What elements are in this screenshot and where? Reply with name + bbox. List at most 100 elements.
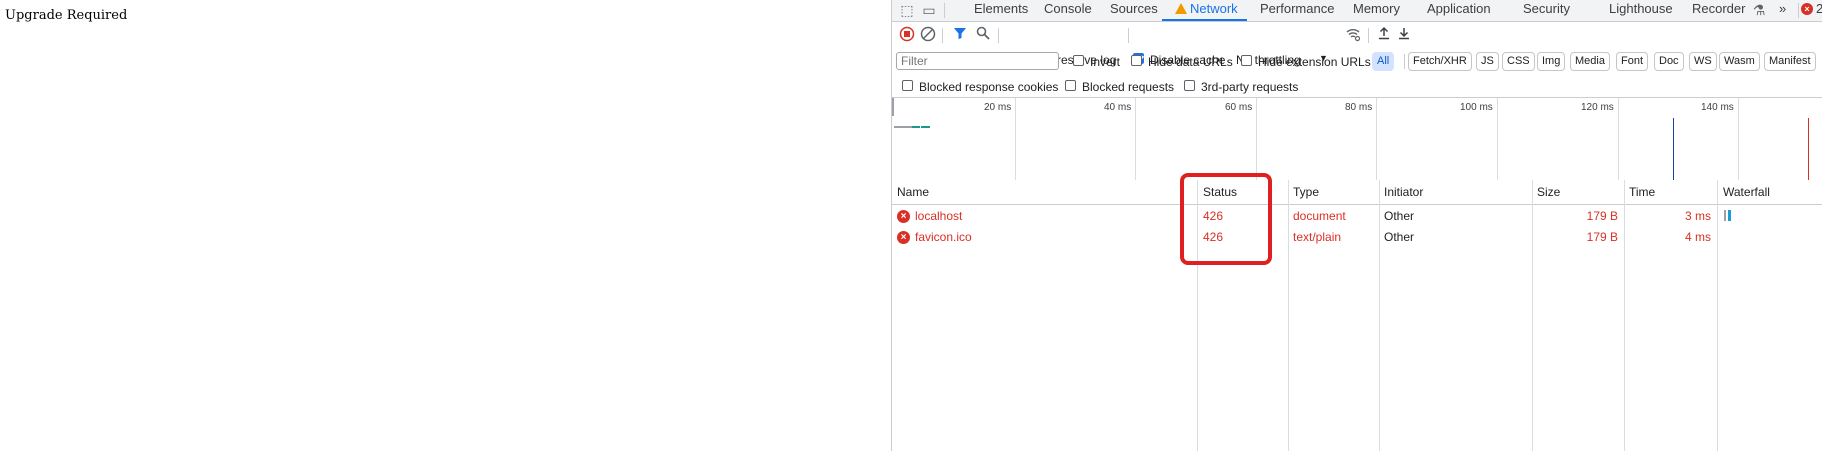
third-party-label: 3rd-party requests <box>1201 80 1299 94</box>
column-name[interactable]: Name <box>897 185 929 199</box>
tab-divider <box>1798 3 1799 18</box>
filter-chip-all[interactable]: All <box>1372 52 1395 71</box>
waterfall-bar[interactable] <box>1724 210 1726 221</box>
page-body-text: Upgrade Required <box>5 8 128 23</box>
download-icon <box>1399 28 1409 40</box>
hide-data-urls-checkbox[interactable] <box>1131 55 1142 66</box>
tab-memory[interactable]: Memory <box>1353 0 1400 21</box>
hide-extension-urls-checkbox[interactable] <box>1241 55 1252 66</box>
overview-grid-line <box>1015 98 1016 180</box>
tab-recorder[interactable]: Recorder <box>1692 0 1745 21</box>
filter-chip-css[interactable]: CSS <box>1502 52 1535 71</box>
request-name[interactable]: localhost <box>915 209 962 223</box>
blocked-cookies-label: Blocked response cookies <box>919 80 1059 94</box>
clear-button[interactable] <box>919 26 937 44</box>
hide-data-urls-label: Hide data URLs <box>1148 55 1233 69</box>
upload-icon <box>1379 26 1389 40</box>
toolbar-divider <box>998 28 999 43</box>
error-count-icon[interactable]: × <box>1801 3 1813 15</box>
request-size: 179 B <box>1586 230 1618 244</box>
tab-lighthouse[interactable]: Lighthouse <box>1609 0 1673 21</box>
filter-chip-manifest[interactable]: Manifest <box>1764 52 1816 71</box>
tab-application[interactable]: Application <box>1427 0 1491 21</box>
tab-console[interactable]: Console <box>1044 0 1092 21</box>
overview-tick-label: 120 ms <box>1581 102 1614 113</box>
overview-request-bar <box>912 126 920 128</box>
more-tabs-button[interactable]: » <box>1779 0 1786 21</box>
record-icon <box>899 26 915 42</box>
blocked-cookies-checkbox[interactable] <box>902 80 913 91</box>
flask-icon: ⚗ <box>1752 2 1766 18</box>
request-table-header: Name Status Type Initiator Size Time Wat… <box>892 180 1822 205</box>
overview-grid-line <box>1497 98 1498 180</box>
tab-network[interactable]: Network <box>1175 0 1238 21</box>
filter-chip-img[interactable]: Img <box>1537 52 1566 71</box>
filter-chip-js[interactable]: JS <box>1476 52 1499 71</box>
network-conditions-button[interactable] <box>1344 26 1362 44</box>
inspect-element-icon[interactable]: ⬚ <box>898 1 916 19</box>
column-time[interactable]: Time <box>1629 185 1655 199</box>
table-row[interactable]: × favicon.ico 426 text/plain Other 179 B… <box>892 227 1822 248</box>
overview-selection-handle[interactable] <box>892 98 894 116</box>
overview-grid-line <box>1135 98 1136 180</box>
column-initiator[interactable]: Initiator <box>1384 185 1423 199</box>
request-type: text/plain <box>1293 230 1342 244</box>
active-tab-indicator <box>1162 19 1247 21</box>
overview-tick-label: 100 ms <box>1460 102 1493 113</box>
overview-grid-line <box>1376 98 1377 180</box>
search-icon <box>976 26 990 40</box>
devtools-panel: ⬚ ▭ Elements Console Sources Network Per… <box>891 0 1822 451</box>
column-type[interactable]: Type <box>1293 185 1319 199</box>
filter-icon <box>954 28 966 39</box>
table-row[interactable]: × localhost 426 document Other 179 B 3 m… <box>892 206 1822 227</box>
overview-tick-label: 40 ms <box>1104 102 1132 113</box>
column-waterfall[interactable]: Waterfall <box>1723 185 1770 199</box>
filter-chip-media[interactable]: Media <box>1570 52 1610 71</box>
filter-chip-ws[interactable]: WS <box>1689 52 1717 71</box>
request-initiator: Other <box>1384 230 1415 244</box>
device-toolbar-icon[interactable]: ▭ <box>920 1 938 19</box>
stop-recording-button[interactable] <box>898 26 916 44</box>
filter-toggle-button[interactable] <box>951 26 969 44</box>
filter-chip-doc[interactable]: Doc <box>1654 52 1684 71</box>
wifi-settings-icon <box>1346 29 1361 42</box>
tab-performance[interactable]: Performance <box>1260 0 1334 21</box>
request-time: 3 ms <box>1684 209 1711 223</box>
overview-request-bar <box>894 126 912 128</box>
import-har-button[interactable] <box>1375 26 1393 44</box>
third-party-checkbox[interactable] <box>1184 80 1195 91</box>
blocked-requests-label: Blocked requests <box>1082 80 1175 94</box>
tab-security[interactable]: Security <box>1523 0 1570 21</box>
blocked-requests-checkbox[interactable] <box>1065 80 1076 91</box>
error-count[interactable]: 2 <box>1816 0 1822 21</box>
dom-content-loaded-line <box>1673 118 1674 180</box>
search-button[interactable] <box>974 26 992 44</box>
filter-chip-fetch-xhr[interactable]: Fetch/XHR <box>1408 52 1472 71</box>
request-time: 4 ms <box>1684 230 1711 244</box>
invert-label: Invert <box>1090 55 1121 69</box>
filter-chip-wasm[interactable]: Wasm <box>1719 52 1760 71</box>
overview-grid-line <box>1738 98 1739 180</box>
toolbar-divider <box>1128 28 1129 43</box>
load-event-line <box>1808 118 1809 180</box>
overview-tick-label: 80 ms <box>1345 102 1373 113</box>
filter-input[interactable] <box>896 52 1059 70</box>
request-initiator: Other <box>1384 209 1415 223</box>
waterfall-bar[interactable] <box>1728 210 1731 221</box>
overview-grid-line <box>1618 98 1619 180</box>
request-name[interactable]: favicon.ico <box>915 230 972 244</box>
error-icon: × <box>897 231 910 244</box>
tab-sources[interactable]: Sources <box>1110 0 1158 21</box>
tab-elements[interactable]: Elements <box>974 0 1028 21</box>
tab-network-label: Network <box>1190 1 1238 16</box>
clear-icon <box>920 26 936 42</box>
column-size[interactable]: Size <box>1537 185 1560 199</box>
tab-divider <box>944 3 945 18</box>
network-overview[interactable]: 20 ms 40 ms 60 ms 80 ms 100 ms 120 ms 14… <box>892 97 1822 181</box>
invert-checkbox[interactable] <box>1073 55 1084 66</box>
toolbar-divider <box>1368 28 1369 43</box>
overview-grid-line <box>1256 98 1257 180</box>
devtools-tab-bar: ⬚ ▭ Elements Console Sources Network Per… <box>892 0 1822 22</box>
export-har-button[interactable] <box>1395 26 1413 44</box>
filter-chip-font[interactable]: Font <box>1616 52 1649 71</box>
